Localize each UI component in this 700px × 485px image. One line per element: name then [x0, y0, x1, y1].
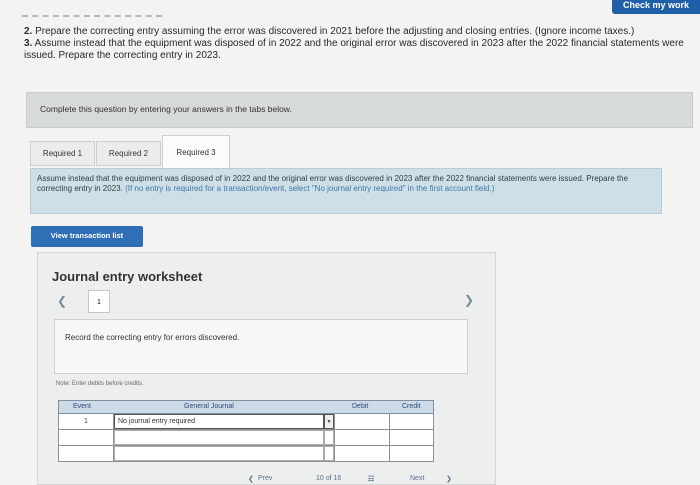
table-row	[58, 430, 434, 446]
requirement-2: 2. Prepare the correcting entry assuming…	[24, 26, 635, 37]
grid-header: Event General Journal Debit Credit	[58, 400, 434, 414]
header-debit: Debit	[352, 403, 369, 410]
event-cell	[59, 446, 114, 461]
record-instruction-box: Record the correcting entry for errors d…	[54, 319, 468, 374]
account-select[interactable]: No journal entry required	[114, 414, 324, 429]
header-credit: Credit	[402, 403, 421, 410]
view-transaction-list-button[interactable]: View transaction list	[31, 226, 143, 247]
record-text: Record the correcting entry for errors d…	[65, 333, 240, 342]
header-general-journal: General Journal	[184, 403, 234, 410]
complete-question-banner: Complete this question by entering your …	[26, 92, 693, 128]
banner-text: Complete this question by entering your …	[40, 104, 292, 114]
prev-link[interactable]: Prev	[258, 475, 272, 482]
debit-input[interactable]	[334, 446, 390, 461]
tab-required-1[interactable]: Required 1	[30, 141, 95, 166]
header-event: Event	[73, 403, 91, 410]
dropdown-arrow-icon[interactable]	[324, 430, 334, 445]
bottom-navigation: ❮ Prev 10 of 16 ☷ Next ❯	[0, 473, 700, 485]
debit-input[interactable]	[334, 430, 390, 445]
account-select[interactable]	[114, 430, 324, 445]
chevron-left-icon[interactable]: ❮	[57, 294, 67, 308]
requirement-3: 3. Assume instead that the equipment was…	[24, 38, 684, 61]
event-cell: 1	[59, 414, 114, 429]
credit-input[interactable]	[390, 446, 434, 461]
dropdown-arrow-icon[interactable]	[324, 446, 334, 461]
event-cell	[59, 430, 114, 445]
prev-chevron-icon[interactable]: ❮	[248, 475, 254, 483]
prompt-text: Assume instead that the equipment was di…	[37, 174, 629, 193]
chevron-right-icon[interactable]: ❯	[464, 293, 474, 307]
tab-required-3[interactable]: Required 3	[162, 135, 230, 168]
check-my-work-button[interactable]: Check my work	[612, 0, 700, 14]
cut-off-text-line	[22, 15, 162, 19]
tab-required-2[interactable]: Required 2	[96, 141, 161, 166]
credit-input[interactable]	[390, 430, 434, 445]
grid-menu-icon[interactable]: ☷	[368, 475, 374, 483]
prompt-box: Assume instead that the equipment was di…	[30, 168, 662, 214]
instructions: 2. Prepare the correcting entry assuming…	[24, 26, 686, 62]
table-row: 1 No journal entry required ▼	[58, 414, 434, 430]
table-row	[58, 446, 434, 462]
page-indicator[interactable]: 1	[88, 290, 110, 313]
dropdown-arrow-icon[interactable]: ▼	[324, 414, 334, 429]
credit-input[interactable]	[390, 414, 434, 429]
note-text: Note: Enter debits before credits.	[56, 381, 144, 387]
worksheet-title: Journal entry worksheet	[52, 269, 203, 284]
account-select[interactable]	[114, 446, 324, 461]
journal-grid: Event General Journal Debit Credit 1 No …	[58, 400, 434, 462]
journal-entry-worksheet: Journal entry worksheet ❮ 1 ❯ Record the…	[37, 252, 496, 485]
next-link[interactable]: Next	[410, 475, 424, 482]
pager-text: 10 of 16	[316, 475, 342, 482]
debit-input[interactable]	[334, 414, 390, 429]
next-chevron-icon[interactable]: ❯	[446, 475, 452, 483]
